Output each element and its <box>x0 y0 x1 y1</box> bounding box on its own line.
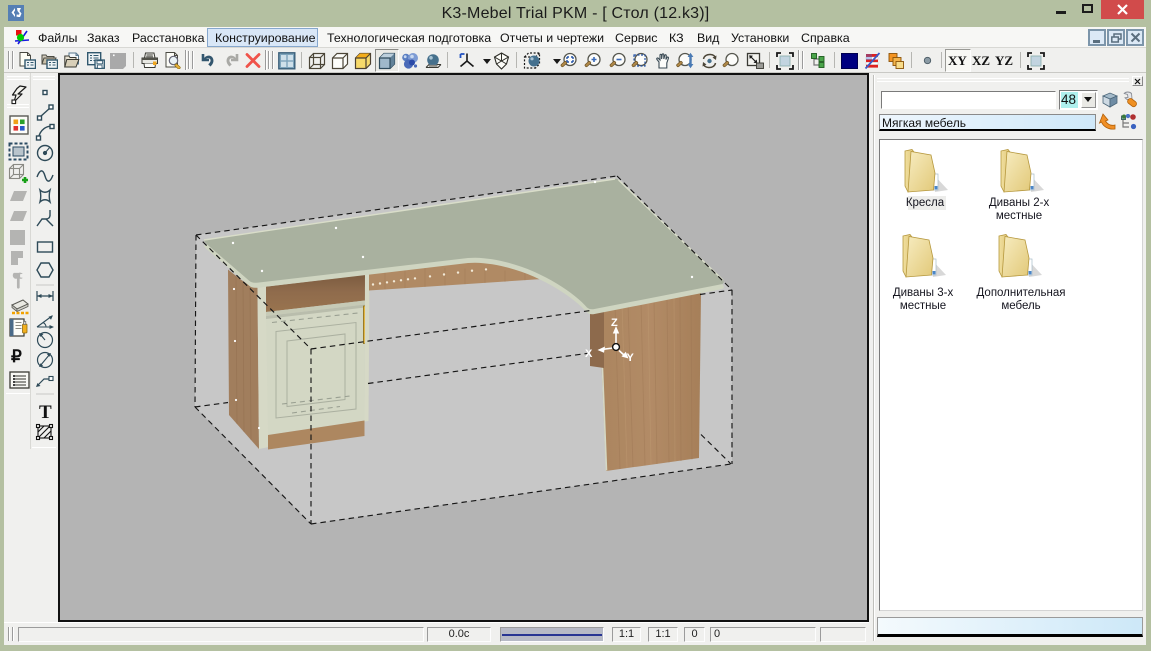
svg-text:T: T <box>39 402 52 423</box>
svg-text:Y: Y <box>627 352 635 364</box>
svg-text:Z: Z <box>611 317 618 329</box>
svg-text:X: X <box>585 348 593 360</box>
